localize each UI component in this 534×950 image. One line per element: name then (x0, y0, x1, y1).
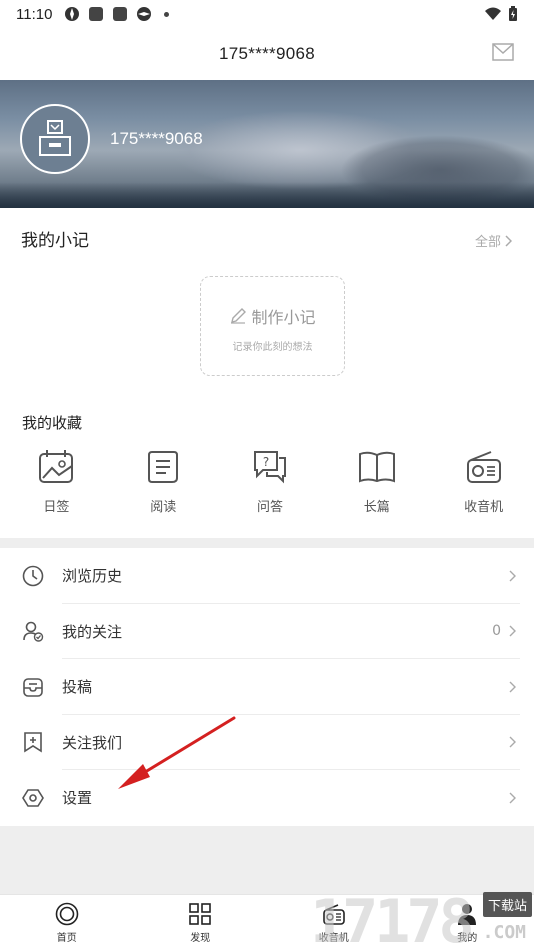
avatar[interactable] (20, 104, 90, 174)
menu-item-submit[interactable]: 投稿 (0, 659, 534, 715)
section-divider (0, 538, 534, 548)
watermark-number: 17178 (310, 887, 475, 950)
favorite-item-reading[interactable]: 阅读 (113, 448, 214, 515)
avatar-placeholder-icon (39, 120, 71, 156)
bottom-spacer (0, 826, 534, 894)
favorite-item-daily[interactable]: 日签 (6, 448, 107, 515)
tab-label: 首页 (56, 932, 77, 944)
document-icon (148, 451, 179, 483)
chevron-right-icon (509, 625, 516, 637)
top-bar: 175****9068 (0, 28, 534, 80)
radio-icon (466, 451, 501, 483)
bookmark-plus-icon (24, 732, 42, 753)
mail-icon[interactable] (492, 43, 514, 61)
notes-all-label: 全部 (474, 235, 501, 250)
chevron-right-icon (509, 792, 516, 804)
pencil-icon (231, 307, 247, 324)
menu-label: 投稿 (62, 678, 93, 697)
tab-discover[interactable]: 发现 (134, 895, 268, 950)
user-check-icon (23, 621, 44, 642)
menu-label: 我的关注 (62, 622, 123, 641)
clock-icon (22, 565, 44, 587)
following-count: 0 (492, 623, 501, 640)
chevron-right-icon (509, 570, 516, 582)
status-time: 11:10 (16, 5, 53, 23)
menu-item-settings[interactable]: 设置 (0, 770, 534, 826)
favorite-label: 阅读 (150, 500, 177, 515)
notes-title: 我的小记 (21, 231, 89, 251)
chevron-right-icon (509, 681, 516, 693)
more-notifications-icon (164, 11, 170, 17)
make-note-title: 制作小记 (251, 307, 316, 327)
favorites-title: 我的收藏 (22, 414, 83, 432)
chevron-right-icon (505, 234, 512, 247)
wifi-icon (485, 7, 501, 20)
favorite-label: 长篇 (363, 500, 390, 515)
favorite-label: 问答 (256, 500, 283, 515)
home-ring-icon (55, 902, 79, 925)
hexagon-settings-icon (22, 788, 44, 807)
svg-text:?: ? (263, 455, 269, 469)
favorites-row: 日签 阅读 ? 问答 长篇 收音机 (0, 448, 534, 515)
page-title: 175****9068 (219, 44, 315, 63)
tab-label: 发现 (190, 932, 211, 944)
profile-username[interactable]: 175****9068 (110, 129, 203, 149)
question-chat-icon: ? (253, 451, 286, 484)
book-icon (358, 451, 395, 483)
site-watermark: 17178 下载站 .COM (304, 888, 534, 950)
make-note-button[interactable]: 制作小记 记录你此刻的想法 (200, 276, 345, 376)
grid-icon (189, 902, 212, 925)
notes-all-link[interactable]: 全部 (475, 231, 512, 250)
inbox-icon (23, 677, 43, 697)
calendar-icon (39, 450, 74, 483)
profile-banner: 175****9068 (0, 80, 534, 208)
menu-label: 关注我们 (62, 733, 123, 752)
make-note-subtitle: 记录你此刻的想法 (232, 341, 313, 353)
menu-item-following[interactable]: 我的关注 0 (0, 604, 534, 659)
menu-item-follow-us[interactable]: 关注我们 (0, 715, 534, 770)
menu-item-history[interactable]: 浏览历史 (0, 548, 534, 604)
status-bar: 11:10 (0, 0, 534, 28)
app-notification-icon (137, 7, 152, 21)
favorite-item-longform[interactable]: 长篇 (326, 448, 427, 515)
settings-menu: 浏览历史 我的关注 0 投稿 关注我们 设置 (0, 548, 534, 826)
watermark-domain: .COM (482, 922, 526, 943)
banner-horizon (0, 182, 534, 208)
app-notification-icon (89, 7, 104, 21)
app-notification-icon (113, 7, 128, 21)
favorite-label: 收音机 (464, 500, 504, 515)
notes-section: 我的小记 全部 制作小记 记录你此刻的想法 我的收藏 日签 阅读 ? 问答 长篇 (0, 208, 534, 538)
favorite-item-qa[interactable]: ? 问答 (220, 448, 321, 515)
battery-icon (509, 6, 517, 21)
favorite-label: 日签 (43, 500, 70, 515)
chevron-right-icon (509, 736, 516, 748)
menu-label: 设置 (62, 789, 93, 808)
watermark-badge: 下载站 (482, 892, 532, 917)
favorite-item-radio[interactable]: 收音机 (433, 448, 534, 515)
tab-home[interactable]: 首页 (0, 895, 134, 950)
menu-label: 浏览历史 (62, 567, 123, 586)
app-notification-icon (65, 7, 80, 21)
